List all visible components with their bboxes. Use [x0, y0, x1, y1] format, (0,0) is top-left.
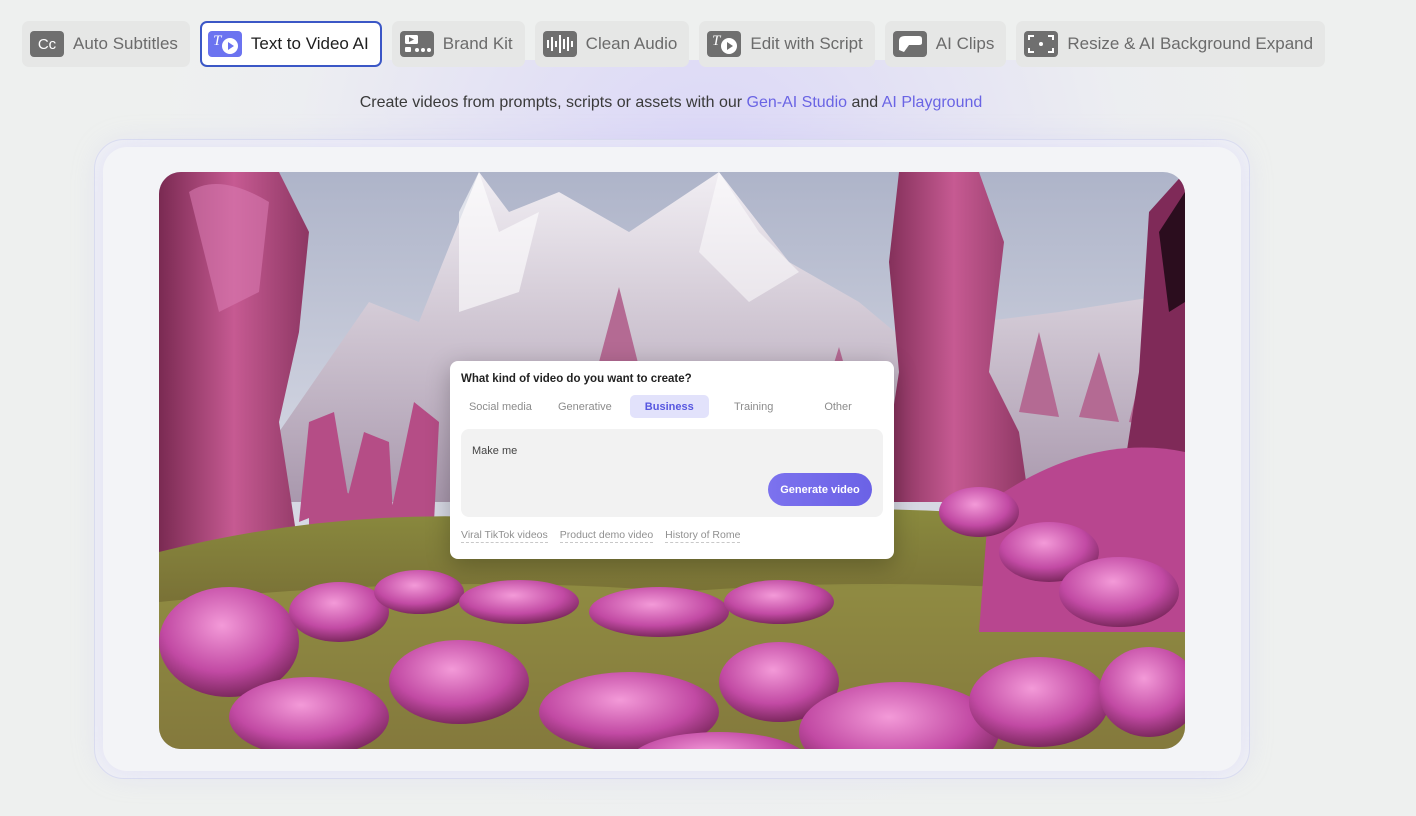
tab-label: Clean Audio: [585, 34, 678, 53]
resize-expand-icon: [1024, 31, 1059, 57]
category-generative[interactable]: Generative: [545, 395, 624, 418]
gen-ai-studio-link[interactable]: Gen-AI Studio: [747, 94, 848, 111]
category-business[interactable]: Business: [629, 395, 709, 418]
suggestion-history-of-rome[interactable]: History of Rome: [665, 529, 741, 543]
tab-text-to-video[interactable]: T Text to Video AI: [199, 21, 382, 67]
svg-text:T: T: [712, 33, 722, 49]
tab-ai-clips[interactable]: AI Clips: [884, 21, 1007, 67]
tab-brand-kit[interactable]: Brand Kit: [391, 21, 525, 67]
cc-icon: Cc: [30, 31, 64, 57]
prompt-suggestions: Viral TikTok videos Product demo video H…: [461, 529, 883, 543]
script-edit-icon: T: [707, 31, 742, 57]
category-selector: Social media Generative Business Trainin…: [461, 395, 883, 418]
text-to-video-icon: T: [207, 31, 242, 57]
prompt-input-area: Generate video: [461, 429, 883, 517]
tab-label: AI Clips: [935, 34, 995, 53]
studio-description: Create videos from prompts, scripts or a…: [0, 94, 1342, 112]
tab-auto-subtitles[interactable]: Cc Auto Subtitles: [22, 21, 190, 67]
tab-label: Brand Kit: [442, 34, 513, 53]
suggestion-product-demo[interactable]: Product demo video: [559, 529, 654, 543]
prompt-input[interactable]: [472, 445, 772, 457]
svg-text:Cc: Cc: [38, 36, 57, 53]
description-text: Create videos from prompts, scripts or a…: [359, 94, 743, 111]
category-social-media[interactable]: Social media: [461, 395, 540, 418]
suggestion-viral-tiktok[interactable]: Viral TikTok videos: [461, 529, 548, 543]
tab-label: Resize & AI Background Expand: [1067, 34, 1314, 53]
svg-text:T: T: [213, 33, 223, 49]
clips-icon: [892, 31, 927, 57]
feature-tabs: Cc Auto Subtitles T Text to Video AI Bra…: [22, 21, 1326, 67]
audio-waveform-icon: [542, 31, 577, 57]
prompt-question: What kind of video do you want to create…: [461, 373, 692, 385]
ai-playground-link[interactable]: AI Playground: [882, 94, 983, 111]
prompt-card: What kind of video do you want to create…: [450, 361, 894, 559]
tab-clean-audio[interactable]: Clean Audio: [534, 21, 690, 67]
category-other[interactable]: Other: [799, 395, 878, 418]
generate-video-button[interactable]: Generate video: [768, 473, 872, 506]
brand-kit-icon: [399, 31, 434, 57]
tab-edit-with-script[interactable]: T Edit with Script: [699, 21, 875, 67]
category-training[interactable]: Training: [714, 395, 793, 418]
description-and: and: [851, 94, 879, 111]
tab-resize-expand[interactable]: Resize & AI Background Expand: [1016, 21, 1326, 67]
tab-label: Text to Video AI: [250, 34, 369, 53]
tab-label: Auto Subtitles: [73, 34, 178, 53]
tab-label: Edit with Script: [750, 34, 863, 53]
